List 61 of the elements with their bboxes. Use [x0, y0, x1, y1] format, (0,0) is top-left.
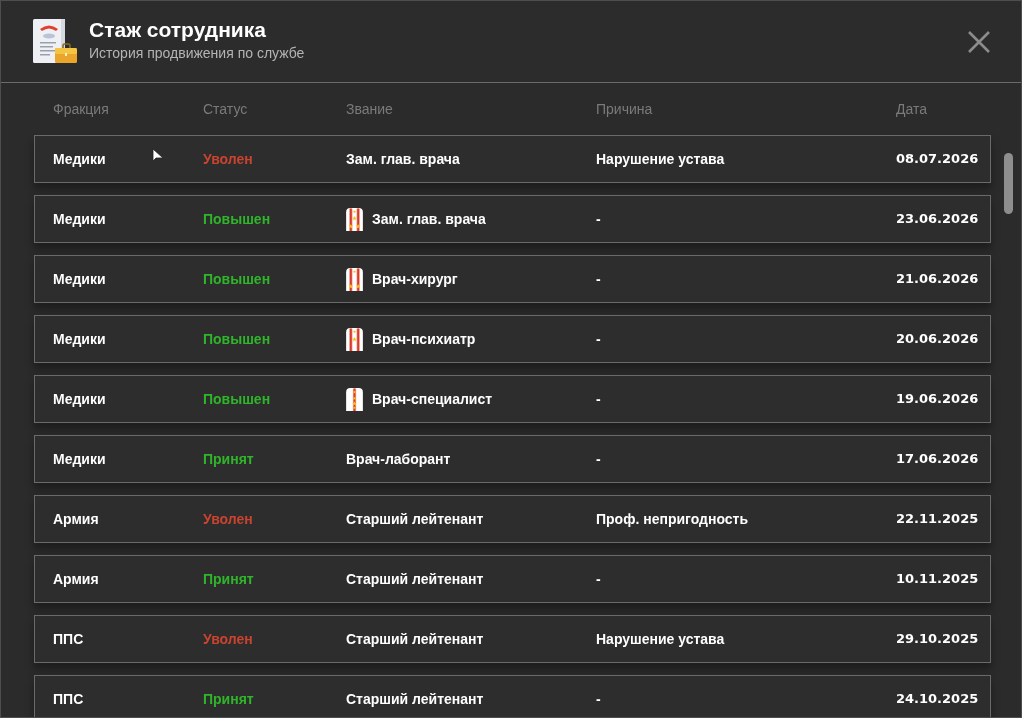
- faction-text: ППС: [53, 689, 84, 709]
- status-text: Уволен: [203, 509, 253, 529]
- reason-text: Нарушение устава: [596, 629, 725, 649]
- rank-text: Старший лейтенант: [346, 509, 484, 529]
- reason-text: Нарушение устава: [596, 149, 725, 169]
- document-briefcase-icon: [33, 18, 77, 65]
- faction-text: Армия: [53, 569, 99, 589]
- rank-text: Врач-психиатр: [372, 329, 476, 349]
- date-text: 21.06.2026: [896, 270, 979, 289]
- status-text: Повышен: [203, 389, 271, 409]
- column-header: Дата: [896, 99, 927, 119]
- status-text: Повышен: [203, 269, 271, 289]
- reason-text: -: [596, 689, 601, 709]
- date-text: 17.06.2026: [896, 450, 979, 469]
- rank-text: Зам. глав. врача: [372, 209, 486, 229]
- reason-text: -: [596, 569, 601, 589]
- column-header: Статус: [203, 99, 248, 119]
- column-header: Фракция: [53, 99, 109, 119]
- faction-text: Медики: [53, 329, 106, 349]
- date-text: 08.07.2026: [896, 150, 979, 169]
- date-text: 29.10.2025: [896, 630, 979, 649]
- faction-text: ППС: [53, 629, 84, 649]
- rank-text: Старший лейтенант: [346, 569, 484, 589]
- date-text: 22.11.2025: [896, 510, 979, 529]
- rank-text: Старший лейтенант: [346, 629, 484, 649]
- date-text: 20.06.2026: [896, 330, 979, 349]
- reason-text: -: [596, 449, 601, 469]
- reason-text: Проф. непригодность: [596, 509, 749, 529]
- reason-text: -: [596, 329, 601, 349]
- rank-text: Старший лейтенант: [346, 689, 484, 709]
- faction-text: Медики: [53, 389, 106, 409]
- rank-text: Врач-специалист: [372, 389, 493, 409]
- close-icon: [968, 30, 990, 53]
- column-header: Причина: [596, 99, 653, 119]
- rank-text: Врач-хирург: [372, 269, 458, 289]
- status-text: Принят: [203, 569, 254, 589]
- date-text: 19.06.2026: [896, 390, 979, 409]
- date-text: 24.10.2025: [896, 690, 979, 709]
- status-text: Принят: [203, 689, 254, 709]
- reason-text: -: [596, 269, 601, 289]
- window-subtitle: История продвижения по службе: [89, 43, 305, 63]
- status-text: Повышен: [203, 329, 271, 349]
- faction-text: Медики: [53, 149, 106, 169]
- faction-text: Медики: [53, 449, 106, 469]
- date-text: 23.06.2026: [896, 210, 979, 229]
- reason-text: -: [596, 209, 601, 229]
- faction-text: Армия: [53, 509, 99, 529]
- window-title: Стаж сотрудника: [89, 16, 266, 43]
- faction-text: Медики: [53, 269, 106, 289]
- status-text: Повышен: [203, 209, 271, 229]
- date-text: 10.11.2025: [896, 570, 979, 589]
- cursor-icon: [152, 148, 164, 162]
- reason-text: -: [596, 389, 601, 409]
- status-text: Уволен: [203, 629, 253, 649]
- column-header: Звание: [346, 99, 393, 119]
- status-text: Уволен: [203, 149, 253, 169]
- faction-text: Медики: [53, 209, 106, 229]
- scrollbar-thumb[interactable]: [1003, 153, 1013, 214]
- rank-text: Врач-лаборант: [346, 449, 451, 469]
- rank-text: Зам. глав. врача: [346, 149, 460, 169]
- status-text: Принят: [203, 449, 254, 469]
